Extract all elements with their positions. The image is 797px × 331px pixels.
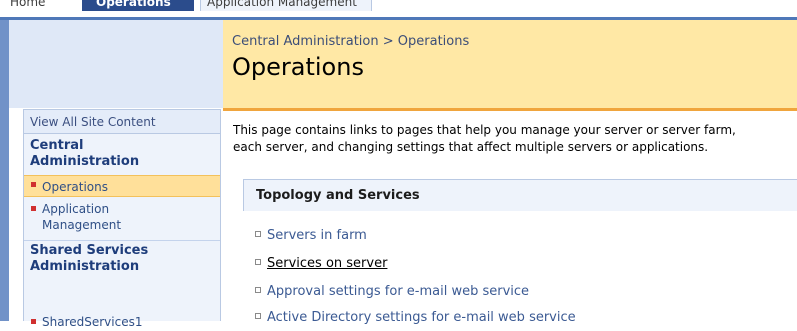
tab-operations[interactable]: Operations bbox=[82, 0, 194, 11]
view-all-site-content-label: View All Site Content bbox=[30, 115, 156, 129]
nav-heading-central-administration[interactable]: Central Administration bbox=[30, 138, 139, 170]
sidebar-item-label: SharedServices1 bbox=[42, 315, 143, 329]
section-header-topology-and-services: Topology and Services bbox=[243, 179, 797, 211]
list-bullet-icon bbox=[255, 231, 261, 237]
nav-separator bbox=[24, 240, 220, 241]
nav-heading-line: Central bbox=[30, 138, 84, 153]
breadcrumb-central-administration[interactable]: Central Administration bbox=[232, 34, 379, 49]
sidebar-item-label: Operations bbox=[42, 180, 108, 194]
breadcrumb-current: Operations bbox=[397, 34, 470, 49]
list-bullet-icon bbox=[255, 313, 261, 319]
link-label: Active Directory settings for e-mail web… bbox=[267, 310, 576, 325]
breadcrumb: Central Administration > Operations bbox=[232, 34, 469, 49]
bullet-icon bbox=[31, 319, 36, 324]
nav-heading-shared-services[interactable]: Shared Services Administration bbox=[30, 243, 148, 275]
page-title: Operations bbox=[232, 53, 364, 81]
main-content: This page contains links to pages that h… bbox=[223, 111, 797, 325]
sidebar-item-application-management[interactable]: Application Management bbox=[24, 200, 220, 236]
link-active-directory-settings-email[interactable]: Active Directory settings for e-mail web… bbox=[255, 310, 576, 325]
list-bullet-icon bbox=[255, 259, 261, 265]
sidebar-item-label-line: Application bbox=[42, 202, 110, 216]
left-accent-stripe bbox=[0, 20, 9, 321]
page-description: This page contains links to pages that h… bbox=[233, 122, 797, 156]
link-label: Services on server bbox=[267, 256, 388, 271]
section-title: Topology and Services bbox=[256, 188, 420, 203]
quick-launch: View All Site Content Central Administra… bbox=[9, 108, 223, 329]
sidebar-item-shared-services[interactable]: SharedServices1 bbox=[24, 313, 220, 331]
bullet-icon bbox=[31, 182, 36, 187]
nav-heading-line: Administration bbox=[30, 259, 140, 274]
nav-heading-line: Shared Services bbox=[30, 243, 149, 258]
sidebar-item-operations[interactable]: Operations bbox=[24, 175, 220, 197]
sidebar-item-label-line: Management bbox=[42, 218, 122, 232]
link-label: Approval settings for e-mail web service bbox=[267, 284, 530, 299]
link-approval-settings-email[interactable]: Approval settings for e-mail web service bbox=[255, 284, 529, 299]
link-label: Servers in farm bbox=[267, 228, 367, 243]
nav-heading-line: Administration bbox=[30, 154, 140, 169]
link-services-on-server[interactable]: Services on server bbox=[255, 256, 387, 271]
sidebar-item-label: Application Management bbox=[42, 201, 121, 233]
left-header-band bbox=[9, 20, 223, 108]
list-bullet-icon bbox=[255, 287, 261, 293]
bullet-icon bbox=[31, 206, 36, 211]
page-description-line: each server, and changing settings that … bbox=[233, 140, 709, 154]
breadcrumb-separator: > bbox=[382, 34, 394, 49]
tab-application-management[interactable]: Application Management bbox=[200, 0, 372, 11]
page-title-area: Central Administration > Operations Oper… bbox=[223, 20, 797, 108]
tab-home[interactable]: Home bbox=[10, 0, 70, 11]
quick-launch-panel: View All Site Content Central Administra… bbox=[23, 109, 221, 329]
top-navigation-tabs: Home Operations Application Management bbox=[0, 0, 797, 18]
view-all-site-content[interactable]: View All Site Content bbox=[24, 110, 220, 134]
link-servers-in-farm[interactable]: Servers in farm bbox=[255, 228, 367, 243]
page-description-line: This page contains links to pages that h… bbox=[233, 123, 736, 137]
